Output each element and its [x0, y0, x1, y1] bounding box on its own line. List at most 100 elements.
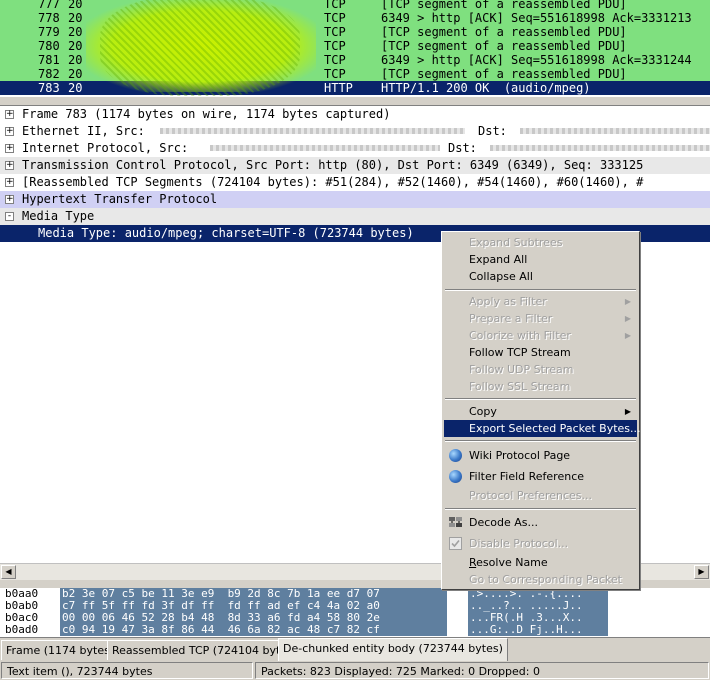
- hex-offset: b0ad0: [5, 623, 39, 636]
- packet-protocol: TCP: [324, 39, 346, 53]
- redaction-scribble: [100, 0, 300, 96]
- packet-protocol: TCP: [324, 0, 346, 11]
- packet-protocol: TCP: [324, 11, 346, 25]
- packet-number: 778: [38, 11, 60, 25]
- globe-icon: [449, 449, 462, 462]
- submenu-arrow-icon: ▶: [624, 331, 631, 340]
- tree-item-label-dst: Dst:: [448, 141, 477, 155]
- scroll-left-icon[interactable]: ◀: [1, 565, 16, 579]
- packet-protocol: HTTP: [324, 81, 353, 95]
- submenu-arrow-icon: ▶: [624, 407, 631, 416]
- menu-item-resolve-name[interactable]: Resolve Name: [444, 554, 637, 571]
- menu-item-apply-as-filter[interactable]: Apply as Filter ▶: [444, 293, 637, 310]
- menu-item-export-selected-packet-bytes[interactable]: Export Selected Packet Bytes...: [444, 420, 641, 437]
- packet-time: 20: [68, 39, 83, 53]
- scroll-right-icon[interactable]: ▶: [694, 565, 709, 579]
- hex-row: b0ad0 c0 94 19 47 3a 8f 86 44 46 6a 82 ac…: [0, 624, 710, 636]
- packet-number: 777: [38, 0, 60, 11]
- packet-time: 20: [68, 0, 83, 11]
- packet-info: [TCP segment of a reassembled PDU]: [381, 25, 627, 39]
- menu-item-filter-field-reference[interactable]: Filter Field Reference: [444, 468, 637, 485]
- menu-item-follow-ssl-stream[interactable]: Follow SSL Stream: [444, 378, 637, 395]
- menu-item-prepare-a-filter[interactable]: Prepare a Filter ▶: [444, 310, 637, 327]
- packet-time: 20: [68, 67, 83, 81]
- menu-item-label: Apply as Filter: [469, 295, 547, 308]
- menu-item-label: Resolve Name: [469, 556, 548, 569]
- menu-item-label: Protocol Preferences...: [469, 489, 593, 502]
- menu-item-decode-as[interactable]: Decode As...: [444, 514, 637, 531]
- menu-separator: [445, 289, 636, 291]
- menu-separator: [445, 398, 636, 400]
- tree-item-label-dst: Dst:: [478, 124, 507, 138]
- packet-list[interactable]: 777 20 TCP [TCP segment of a reassembled PD…: [0, 0, 710, 96]
- tree-item-reassembled[interactable]: + [Reassembled TCP Segments (724104 bytes…: [0, 174, 710, 191]
- packet-number: 779: [38, 25, 60, 39]
- expand-icon[interactable]: +: [5, 144, 14, 153]
- menu-item-label: Follow SSL Stream: [469, 380, 571, 393]
- menu-item-label: Follow UDP Stream: [469, 363, 574, 376]
- packet-number: 781: [38, 53, 60, 67]
- menu-item-label: Colorize with Filter: [469, 329, 571, 342]
- hex-bytes[interactable]: c0 94 19 47 3a 8f 86 44 46 6a 82 ac 48 c…: [60, 624, 447, 636]
- menu-item-label: Expand All: [469, 253, 528, 266]
- hex-ascii[interactable]: ...G:..D Fj..H...: [468, 624, 608, 636]
- menu-item-label: Disable Protocol...: [469, 537, 569, 550]
- submenu-arrow-icon: ▶: [624, 297, 631, 306]
- tree-item-media-type[interactable]: - Media Type: [0, 208, 710, 225]
- collapse-icon[interactable]: -: [5, 212, 14, 221]
- tree-item-label: Media Type: [22, 209, 95, 223]
- packet-number: 782: [38, 67, 60, 81]
- expand-icon[interactable]: +: [5, 110, 14, 119]
- packet-time: 20: [68, 11, 83, 25]
- status-bar: Text item (), 723744 bytes Packets: 823 …: [0, 661, 710, 680]
- expand-icon[interactable]: +: [5, 161, 14, 170]
- menu-item-colorize-with-filter[interactable]: Colorize with Filter ▶: [444, 327, 637, 344]
- context-menu: Expand Subtrees Expand All Collapse All …: [441, 231, 641, 590]
- tree-item-http[interactable]: + Hypertext Transfer Protocol: [0, 191, 710, 208]
- expand-icon[interactable]: +: [5, 178, 14, 187]
- packet-bytes-pane[interactable]: b0aa0 b2 3e 07 c5 be 11 3e e9 b9 2d 8c 7b…: [0, 588, 710, 636]
- menu-item-label: Wiki Protocol Page: [469, 449, 571, 462]
- menu-item-label: Decode As...: [469, 516, 539, 529]
- packet-info: HTTP/1.1 200 OK (audio/mpeg): [381, 81, 591, 95]
- tab-dechunked-body[interactable]: De-chunked entity body (723744 bytes): [278, 638, 508, 661]
- checkbox-icon: [449, 537, 462, 550]
- tree-item-tcp[interactable]: + Transmission Control Protocol, Src Port…: [0, 157, 710, 174]
- menu-item-follow-udp-stream[interactable]: Follow UDP Stream: [444, 361, 637, 378]
- menu-separator: [445, 508, 636, 510]
- packet-number: 780: [38, 39, 60, 53]
- menu-item-protocol-preferences[interactable]: Protocol Preferences...: [444, 487, 637, 504]
- tab-frame[interactable]: Frame (1174 bytes): [1, 640, 120, 660]
- submenu-arrow-icon: ▶: [624, 314, 631, 323]
- packet-info: 6349 > http [ACK] Seq=551618998 Ack=3331…: [381, 53, 692, 67]
- menu-item-label: Go to Corresponding Packet: [469, 573, 622, 586]
- packet-time: 20: [68, 53, 83, 67]
- tree-item-label: Internet Protocol, Src:: [22, 141, 189, 155]
- menu-separator: [445, 440, 636, 442]
- decode-icon: [449, 516, 462, 529]
- menu-item-expand-subtrees[interactable]: Expand Subtrees: [444, 234, 637, 251]
- menu-item-copy[interactable]: Copy ▶: [444, 403, 637, 420]
- redacted-address: [210, 145, 440, 151]
- menu-item-label: Filter Field Reference: [469, 470, 585, 483]
- bytes-tab-bar: Frame (1174 bytes) Reassembled TCP (7241…: [0, 637, 710, 661]
- menu-item-expand-all[interactable]: Expand All: [444, 251, 637, 268]
- expand-icon[interactable]: +: [5, 195, 14, 204]
- expand-icon[interactable]: +: [5, 127, 14, 136]
- redacted-address: [490, 145, 710, 151]
- tree-item-frame[interactable]: + Frame 783 (1174 bytes on wire, 1174 byt…: [0, 106, 710, 123]
- tree-item-label: [Reassembled TCP Segments (724104 bytes)…: [22, 175, 644, 189]
- menu-item-follow-tcp-stream[interactable]: Follow TCP Stream: [444, 344, 637, 361]
- packet-protocol: TCP: [324, 25, 346, 39]
- pane-splitter[interactable]: [0, 96, 710, 106]
- menu-item-collapse-all[interactable]: Collapse All: [444, 268, 637, 285]
- tree-item-label: Transmission Control Protocol, Src Port:…: [22, 158, 644, 172]
- tree-item-ip[interactable]: + Internet Protocol, Src: Dst:: [0, 140, 710, 157]
- menu-item-label: Follow TCP Stream: [469, 346, 571, 359]
- menu-item-label: Expand Subtrees: [469, 236, 563, 249]
- menu-item-wiki-protocol-page[interactable]: Wiki Protocol Page: [444, 447, 637, 464]
- tree-item-ethernet[interactable]: + Ethernet II, Src: Dst:: [0, 123, 710, 140]
- tab-reassembled-tcp[interactable]: Reassembled TCP (724104 bytes): [107, 640, 303, 660]
- menu-item-disable-protocol[interactable]: Disable Protocol...: [444, 535, 637, 552]
- menu-item-go-to-corresponding-packet[interactable]: Go to Corresponding Packet: [444, 571, 637, 588]
